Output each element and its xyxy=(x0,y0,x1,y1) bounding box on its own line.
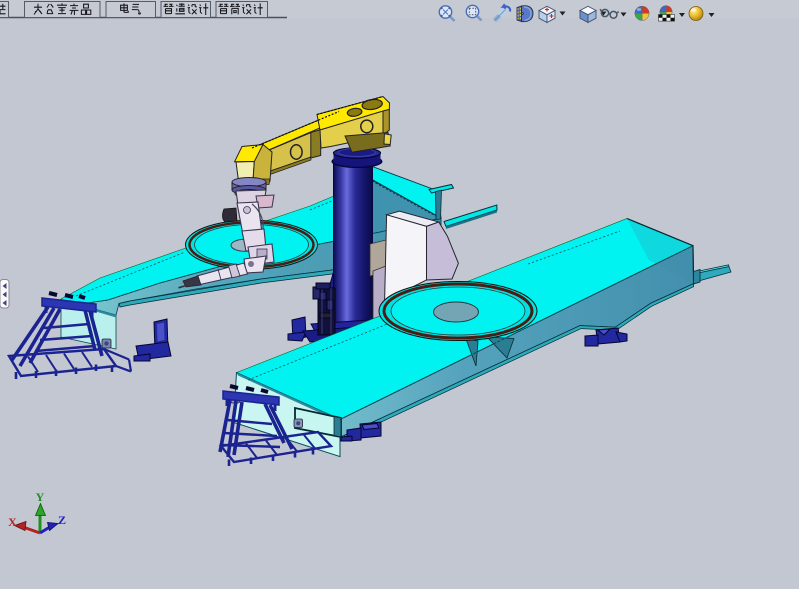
svg-text:Z: Z xyxy=(58,513,66,527)
svg-text:Y: Y xyxy=(36,490,45,504)
svg-text:X: X xyxy=(8,515,17,529)
